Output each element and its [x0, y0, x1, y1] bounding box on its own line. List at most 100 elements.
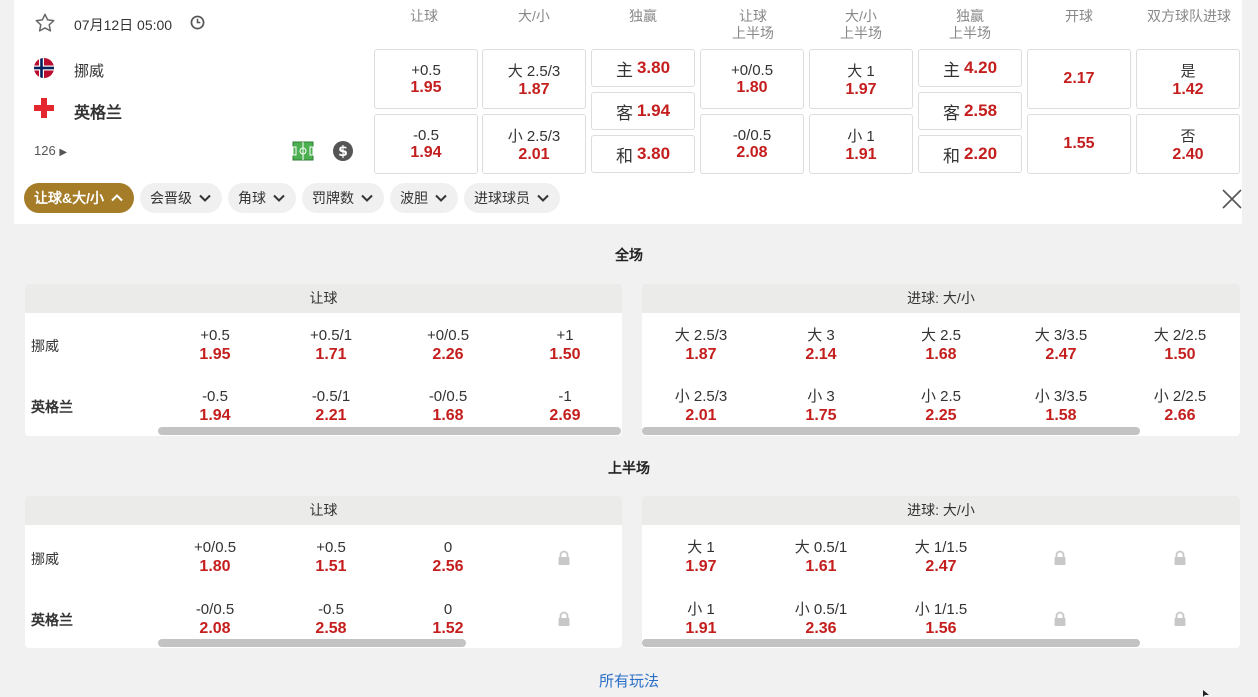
market-cell[interactable]: 0 2.56 [398, 538, 498, 576]
market-cell[interactable]: 大 1 1.97 [651, 538, 751, 576]
lock-icon [1174, 550, 1186, 565]
lock-icon [558, 550, 570, 565]
filter-chip-corners[interactable]: 角球 [228, 183, 296, 213]
lock-icon [1054, 611, 1066, 626]
market-cell[interactable]: 大 0.5/1 1.61 [771, 538, 871, 576]
market-cell[interactable]: -0.5 1.94 [165, 387, 265, 425]
panel-header: 进球: 大/小 [642, 496, 1240, 525]
odds-1h-1x2-draw[interactable]: 和 2.20 [918, 135, 1022, 173]
odds-kickoff-2[interactable]: 1.55 [1027, 114, 1131, 174]
filter-chip-goalscorer[interactable]: 进球球员 [464, 183, 560, 213]
row-team-home: 挪威 [31, 551, 59, 567]
market-cell[interactable]: -1 2.69 [515, 387, 615, 425]
market-cell[interactable]: 大 2.5 1.68 [891, 326, 991, 364]
section-title-first-half: 上半场 [608, 460, 650, 476]
away-team-name[interactable]: 英格兰 [74, 99, 122, 123]
market-cell[interactable]: 小 2.5/3 2.01 [651, 387, 751, 425]
odds-1h-hdp-home[interactable]: +0/0.5 1.80 [700, 49, 804, 109]
market-cell[interactable]: 0 1.52 [398, 600, 498, 638]
market-cell[interactable]: -0.5/1 2.21 [281, 387, 381, 425]
close-icon[interactable] [1220, 187, 1244, 211]
header-kickoff: 开球 [1065, 8, 1093, 24]
row-team-home: 挪威 [31, 338, 59, 354]
odds-kickoff-1[interactable]: 2.17 [1027, 49, 1131, 109]
market-cell[interactable]: 大 3/3.5 2.47 [1011, 326, 1111, 364]
market-cell[interactable]: 小 3 1.75 [771, 387, 871, 425]
favorite-star-icon[interactable] [34, 12, 56, 34]
market-cell[interactable]: 大 3 2.14 [771, 326, 871, 364]
market-cell[interactable]: -0/0.5 1.68 [398, 387, 498, 425]
market-cell[interactable]: 大 2.5/3 1.87 [651, 326, 751, 364]
horizontal-scrollbar[interactable] [642, 427, 1140, 435]
market-cell[interactable]: +0/0.5 1.80 [165, 538, 265, 576]
market-cell[interactable]: 小 1/1.5 1.56 [891, 600, 991, 638]
odds-1x2-away[interactable]: 客 1.94 [591, 92, 695, 130]
filter-chip-hdp-ou[interactable]: 让球&大/小 [24, 183, 134, 213]
market-cell[interactable]: 小 2/2.5 2.66 [1130, 387, 1230, 425]
odds-1h-1x2-home[interactable]: 主 4.20 [918, 49, 1022, 87]
mouse-cursor-icon [1203, 690, 1209, 697]
header-over-under: 大/小 [518, 8, 550, 24]
market-cell[interactable]: +0.5/1 1.71 [281, 326, 381, 364]
market-cell[interactable]: +0/0.5 2.26 [398, 326, 498, 364]
market-filter-bar: 让球&大/小 会晋级 角球 罚牌数 波胆 进球球员 [24, 183, 560, 213]
market-cell[interactable]: +0.5 1.51 [281, 538, 381, 576]
odds-1h-hdp-away[interactable]: -0/0.5 2.08 [700, 114, 804, 174]
filter-chip-to-qualify[interactable]: 会晋级 [140, 183, 222, 213]
market-cell[interactable]: 大 2/2.5 1.50 [1130, 326, 1230, 364]
horizontal-scrollbar[interactable] [158, 427, 621, 435]
odds-1x2-home[interactable]: 主 3.80 [591, 49, 695, 87]
market-cell[interactable]: -0.5 2.58 [281, 600, 381, 638]
england-cross-icon [34, 98, 54, 118]
home-team-name[interactable]: 挪威 [74, 60, 104, 81]
live-field-icon[interactable] [292, 140, 314, 162]
panel-header: 进球: 大/小 [642, 284, 1240, 313]
horizontal-scrollbar[interactable] [642, 639, 1140, 647]
header-1h-handicap: 让球 上半场 [732, 8, 774, 41]
odds-btts-yes[interactable]: 是 1.42 [1136, 49, 1240, 109]
market-cell[interactable]: 小 3/3.5 1.58 [1011, 387, 1111, 425]
market-cell[interactable]: 大 1/1.5 2.47 [891, 538, 991, 576]
market-cell[interactable]: 小 0.5/1 2.36 [771, 600, 871, 638]
filter-chip-correct-score[interactable]: 波胆 [390, 183, 458, 213]
market-cell[interactable]: +0.5 1.95 [165, 326, 265, 364]
svg-text:$: $ [338, 144, 348, 160]
header-handicap: 让球 [410, 8, 438, 24]
header-btts: 双方球队进球 [1147, 8, 1231, 24]
odds-ou-under[interactable]: 小 2.5/3 2.01 [482, 114, 586, 174]
odds-1h-ou-under[interactable]: 小 1 1.91 [809, 114, 913, 174]
market-cell[interactable]: 小 1 1.91 [651, 600, 751, 638]
more-markets-count[interactable]: 126 ▶ [34, 143, 67, 158]
horizontal-scrollbar[interactable] [158, 639, 466, 647]
chevron-down-icon [435, 194, 447, 202]
market-cell[interactable]: +1 1.50 [515, 326, 615, 364]
cashout-dollar-icon[interactable]: $ [332, 140, 354, 162]
lock-icon [1174, 611, 1186, 626]
odds-hdp-home[interactable]: +0.5 1.95 [374, 49, 478, 109]
row-team-away: 英格兰 [31, 612, 73, 628]
chevron-down-icon [537, 194, 549, 202]
match-card: 07月12日 05:00 挪威 英格兰 126 ▶ $ 让球 大/小 独赢 让球… [14, 0, 1242, 224]
odds-hdp-away[interactable]: -0.5 1.94 [374, 114, 478, 174]
chevron-down-icon [361, 194, 373, 202]
market-cell[interactable]: -0/0.5 2.08 [165, 600, 265, 638]
odds-1h-1x2-away[interactable]: 客 2.58 [918, 92, 1022, 130]
panel-header: 让球 [25, 284, 622, 313]
odds-1x2-draw[interactable]: 和 3.80 [591, 135, 695, 173]
header-1x2: 独赢 [629, 8, 657, 24]
odds-1h-ou-over[interactable]: 大 1 1.97 [809, 49, 913, 109]
panel-full-over-under: 进球: 大/小 大 2.5/3 1.87 大 3 2.14 大 2.5 1.68 大 … [642, 284, 1240, 436]
match-datetime: 07月12日 05:00 [74, 17, 173, 33]
market-cell[interactable]: 小 2.5 2.25 [891, 387, 991, 425]
header-1h-over-under: 大/小 上半场 [840, 8, 882, 41]
filter-chip-bookings[interactable]: 罚牌数 [302, 183, 384, 213]
panel-half-handicap: 让球 挪威 英格兰 +0/0.5 1.80 +0.5 1.51 0 2.56 -0/0… [25, 496, 622, 648]
chevron-up-icon [111, 194, 123, 202]
chevron-down-icon [273, 194, 285, 202]
live-clock-icon [190, 15, 205, 30]
odds-btts-no[interactable]: 否 2.40 [1136, 114, 1240, 174]
odds-ou-over[interactable]: 大 2.5/3 1.87 [482, 49, 586, 109]
chevron-down-icon [199, 194, 211, 202]
all-markets-link[interactable]: 所有玩法 [0, 670, 1258, 691]
panel-header: 让球 [25, 496, 622, 525]
